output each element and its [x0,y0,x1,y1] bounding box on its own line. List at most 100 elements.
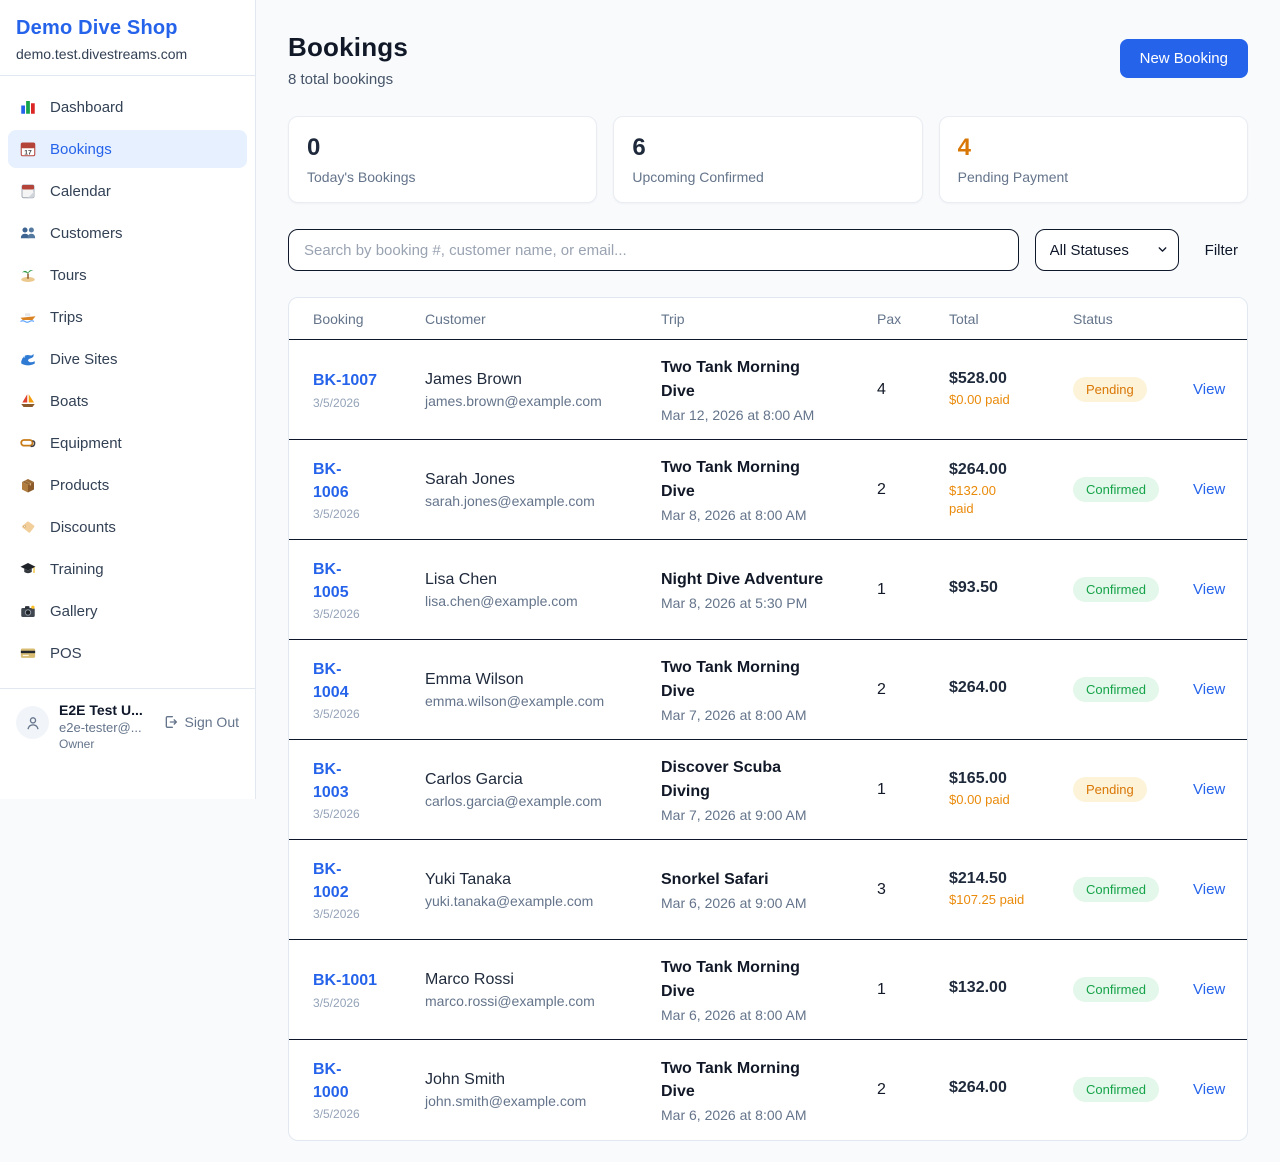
customer-email: carlos.garcia@example.com [425,793,649,809]
total-amount: $528.00 [949,370,1061,388]
sidebar-item-equipment[interactable]: Equipment [8,424,247,462]
brand-title[interactable]: Demo Dive Shop [16,17,239,40]
sidebar-item-trips[interactable]: Trips [8,298,247,336]
pax-count: 2 [877,440,949,540]
sidebar-item-label: Dashboard [50,99,123,116]
people-icon [18,223,38,243]
table-row: BK- 10043/5/2026 Emma Wilsonemma.wilson@… [289,640,1247,740]
sidebar-item-dashboard[interactable]: Dashboard [8,88,247,126]
sidebar-item-gallery[interactable]: Gallery [8,592,247,630]
status-badge: Confirmed [1073,577,1159,602]
col-header-trip: Trip [661,298,877,340]
customer-email: james.brown@example.com [425,393,649,409]
sidebar-item-tours[interactable]: Tours [8,256,247,294]
booking-id-link[interactable]: BK- 1006 [313,458,413,504]
view-link[interactable]: View [1193,381,1225,398]
view-link[interactable]: View [1193,881,1225,898]
customer-name: Marco Rossi [425,971,649,989]
bookings-table: Booking Customer Trip Pax Total Status B… [289,298,1247,1140]
sidebar-item-customers[interactable]: Customers [8,214,247,252]
stat-label: Today's Bookings [307,169,578,185]
credit-card-icon [18,643,38,663]
booking-id-link[interactable]: BK- 1000 [313,1058,413,1104]
booking-id-link[interactable]: BK- 1005 [313,558,413,604]
sidebar-item-discounts[interactable]: Discounts [8,508,247,546]
view-link[interactable]: View [1193,781,1225,798]
page-subtitle: 8 total bookings [288,71,408,88]
pax-count: 1 [877,540,949,640]
paid-amount: $132.00 paid [949,482,1061,517]
user-name: E2E Test U... [59,702,153,718]
sidebar-item-label: Discounts [50,519,116,536]
trip-name: Two Tank Morning Dive [661,956,865,1002]
view-link[interactable]: View [1193,1081,1225,1098]
filter-button[interactable]: Filter [1195,236,1248,265]
view-link[interactable]: View [1193,581,1225,598]
controls-row: All Statuses Filter [288,229,1248,271]
trip-datetime: Mar 6, 2026 at 8:00 AM [661,1107,865,1123]
stat-label: Pending Payment [958,169,1229,185]
booking-id-link[interactable]: BK- 1003 [313,758,413,804]
sidebar-item-boats[interactable]: Boats [8,382,247,420]
view-link[interactable]: View [1193,681,1225,698]
booking-id-link[interactable]: BK- 1004 [313,658,413,704]
booking-id-link[interactable]: BK-1007 [313,369,413,392]
sidebar-item-pos[interactable]: POS [8,634,247,672]
pax-count: 3 [877,840,949,940]
sidebar-item-label: Tours [50,267,87,284]
trip-name: Discover Scuba Diving [661,756,865,802]
booking-id-link[interactable]: BK- 1002 [313,858,413,904]
calendar-icon [18,181,38,201]
sidebar-item-dive-sites[interactable]: Dive Sites [8,340,247,378]
trip-datetime: Mar 7, 2026 at 9:00 AM [661,807,865,823]
island-icon [18,265,38,285]
booking-date: 3/5/2026 [313,607,413,621]
page-header: Bookings 8 total bookings New Booking [288,32,1248,88]
sidebar-item-label: Bookings [50,141,112,158]
status-badge: Confirmed [1073,1077,1159,1102]
booking-id-link[interactable]: BK-1001 [313,969,413,992]
total-amount: $165.00 [949,770,1061,788]
stat-card-upcoming-confirmed: 6 Upcoming Confirmed [613,116,922,203]
total-amount: $132.00 [949,979,1061,997]
sign-out-button[interactable]: Sign Out [163,714,239,730]
customer-name: Carlos Garcia [425,771,649,789]
status-badge: Pending [1073,777,1147,802]
status-badge: Confirmed [1073,877,1159,902]
speedboat-icon [18,307,38,327]
table-row: BK- 1002 3/5/2026 Yuki Tanaka yuki.tanaka@… [289,840,1247,940]
stat-card-pending-payment: 4 Pending Payment [939,116,1248,203]
sidebar-item-products[interactable]: Products [8,466,247,504]
status-filter-wrap: All Statuses [1035,229,1179,271]
trip-name: Night Dive Adventure [661,568,865,591]
col-header-customer: Customer [425,298,661,340]
status-filter-select[interactable]: All Statuses [1035,229,1179,271]
view-link[interactable]: View [1193,981,1225,998]
customer-name: Yuki Tanaka [425,871,649,889]
person-icon [24,714,42,732]
booking-date: 3/5/2026 [313,507,413,521]
sidebar-item-label: Customers [50,225,123,242]
trip-datetime: Mar 12, 2026 at 8:00 AM [661,407,865,423]
trip-datetime: Mar 6, 2026 at 8:00 AM [661,1007,865,1023]
search-input[interactable] [288,229,1019,271]
customer-email: lisa.chen@example.com [425,593,649,609]
stat-card-todays-bookings: 0 Today's Bookings [288,116,597,203]
page-title: Bookings [288,32,408,63]
trip-datetime: Mar 8, 2026 at 5:30 PM [661,595,865,611]
sidebar-item-bookings[interactable]: 17 Bookings [8,130,247,168]
paid-amount: $107.25 paid [949,891,1061,909]
customer-name: Sarah Jones [425,471,649,489]
sidebar-item-label: Equipment [50,435,122,452]
sign-out-icon [163,714,179,730]
new-booking-button[interactable]: New Booking [1120,39,1248,78]
sidebar-item-calendar[interactable]: Calendar [8,172,247,210]
sidebar-item-training[interactable]: Training [8,550,247,588]
view-link[interactable]: View [1193,481,1225,498]
sidebar-item-label: Dive Sites [50,351,118,368]
user-email: e2e-tester@... [59,720,153,735]
customer-email: yuki.tanaka@example.com [425,893,649,909]
brand-domain: demo.test.divestreams.com [16,46,239,62]
sidebar-item-label: Products [50,477,109,494]
booking-date: 3/5/2026 [313,907,413,921]
